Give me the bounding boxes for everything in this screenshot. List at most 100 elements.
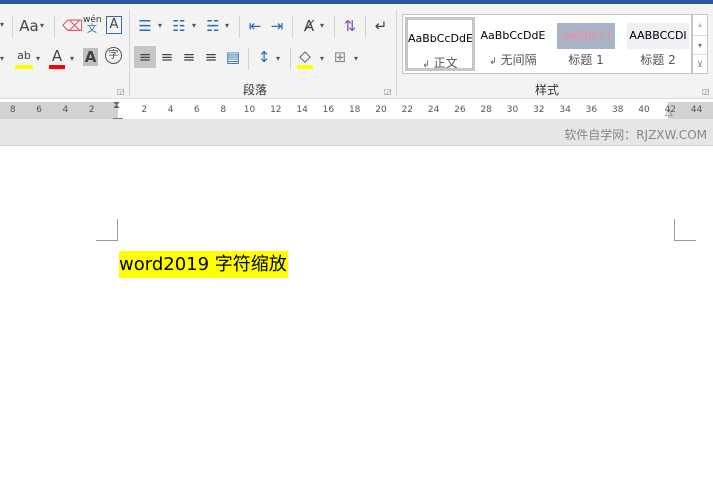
font-color-button[interactable]: A <box>49 47 65 69</box>
multilevel-list-icon[interactable]: ☵ <box>204 17 222 35</box>
show-marks-icon[interactable]: ↵ <box>373 17 389 35</box>
align-center-button[interactable]: ≡ <box>158 48 176 66</box>
document-top-band: 软件自学网：RJZXW.COM <box>0 119 713 146</box>
line-spacing-icon[interactable]: ↕ <box>255 48 273 66</box>
document-text[interactable]: word2019 字符缩放 <box>119 251 288 278</box>
style-name: 正文 <box>433 56 458 70</box>
style-preview: AaBbCcDdE <box>480 29 546 42</box>
numbering-icon[interactable]: ☷ <box>170 17 188 35</box>
phonetic-bottom: 文 <box>87 24 97 35</box>
ruler-number: 40 <box>638 105 650 115</box>
ruler-number: 14 <box>296 105 308 115</box>
horizontal-ruler[interactable]: ⧗ △ 8 6 4 2 2 4 6 8 10 12 14 16 18 20 22 24 26 28 30 32 34 36… <box>0 100 713 119</box>
styles-dialog-launcher-icon[interactable]: ◲ <box>702 87 710 96</box>
ruler-number: 2 <box>88 105 95 115</box>
dropdown-arrow[interactable]: ▾ <box>0 54 4 63</box>
shading-icon[interactable]: ◇ <box>297 47 313 69</box>
ruler-number: 30 <box>506 105 519 115</box>
ruler-number: 26 <box>454 105 466 115</box>
styles-scrollbar[interactable]: ▴ ▾ ⊻ <box>692 14 708 74</box>
style-preview: AABBCCDI <box>627 23 689 49</box>
watermark-text: 软件自学网：RJZXW.COM <box>564 128 707 142</box>
first-line-indent-marker[interactable]: ⧗ <box>113 100 120 111</box>
ruler-number: 6 <box>194 105 200 115</box>
style-preview: AaBbCcDdE <box>408 32 472 45</box>
margin-corner-left <box>96 219 118 241</box>
ruler-number: 28 <box>480 105 492 115</box>
character-shading-button[interactable]: A <box>83 48 98 66</box>
text-direction-icon[interactable]: Ⱥ <box>300 17 318 35</box>
divider <box>292 16 293 38</box>
shading-dropdown[interactable]: ▾ <box>320 54 324 63</box>
decrease-indent-icon[interactable]: ⇤ <box>246 17 264 35</box>
paragraph-group-label: 段落 <box>243 83 268 97</box>
ruler-number: 34 <box>559 105 571 115</box>
numbering-dropdown[interactable]: ▾ <box>192 21 196 30</box>
multilevel-dropdown[interactable]: ▾ <box>225 21 229 30</box>
ruler-number: 8 <box>9 105 16 115</box>
increase-indent-icon[interactable]: ⇥ <box>268 17 286 35</box>
ruler-number: 24 <box>427 105 440 115</box>
clear-formatting-icon[interactable]: ⌫ <box>62 17 83 35</box>
style-name: 标题 2 <box>640 53 676 67</box>
ruler-number: 18 <box>348 105 361 115</box>
divider <box>396 10 397 96</box>
ruler-number: 12 <box>270 105 282 115</box>
style-heading-1[interactable]: AABBCCI 标题 1 <box>551 17 621 71</box>
change-case-button[interactable]: Aa <box>19 17 39 35</box>
ruler-number: 4 <box>167 105 174 115</box>
divider <box>239 16 240 38</box>
style-name: 标题 1 <box>568 53 604 67</box>
scroll-down-icon[interactable]: ▾ <box>693 35 707 54</box>
style-normal[interactable]: AaBbCcDdE ↲ 正文 <box>405 17 475 71</box>
font-color-dropdown[interactable]: ▾ <box>70 54 74 63</box>
ruler-number: 2 <box>141 105 148 115</box>
paragraph-mark: ↲ <box>422 60 430 70</box>
bullets-dropdown[interactable]: ▾ <box>158 21 162 30</box>
margin-corner-right <box>674 219 696 241</box>
ruler-number: 4 <box>62 105 69 115</box>
style-heading-2[interactable]: AABBCCDI 标题 2 <box>623 17 693 71</box>
distributed-button[interactable]: ▤ <box>224 48 242 66</box>
highlight-dropdown[interactable]: ▾ <box>36 54 40 63</box>
phonetic-guide-button[interactable]: wén 文 <box>83 16 102 35</box>
ruler-number: 10 <box>243 105 256 115</box>
font-dialog-launcher-icon[interactable]: ◲ <box>117 87 125 96</box>
ruler-number: 20 <box>375 105 387 115</box>
divider <box>290 48 291 70</box>
highlight-button[interactable]: ab <box>15 47 33 69</box>
expand-gallery-icon[interactable]: ⊻ <box>693 54 707 73</box>
divider <box>12 16 13 38</box>
enclose-characters-button[interactable]: 字 <box>105 47 122 64</box>
ruler-number: 16 <box>322 105 335 115</box>
justify-button[interactable]: ≡ <box>202 48 220 66</box>
ruler-number: 38 <box>611 105 624 115</box>
text-direction-dropdown[interactable]: ▾ <box>320 21 324 30</box>
ruler-number: 42 <box>664 105 677 115</box>
divider <box>54 16 55 38</box>
borders-icon[interactable]: ⊞ <box>332 48 348 66</box>
divider <box>129 10 130 96</box>
styles-gallery: AaBbCcDdE ↲ 正文 AaBbCcDdE ↲ 无间隔 AABBCCI 标题 1… <box>402 14 692 74</box>
align-left-button[interactable]: ≡ <box>134 46 156 68</box>
dropdown-arrow[interactable]: ▾ <box>0 20 4 29</box>
paragraph-dialog-launcher-icon[interactable]: ◲ <box>384 87 392 96</box>
align-right-button[interactable]: ≡ <box>180 48 198 66</box>
line-spacing-dropdown[interactable]: ▾ <box>276 54 280 63</box>
ruler-number: 22 <box>401 105 414 115</box>
style-no-spacing[interactable]: AaBbCcDdE ↲ 无间隔 <box>478 17 548 71</box>
divider <box>365 16 366 38</box>
change-case-dropdown[interactable]: ▾ <box>40 21 44 30</box>
sort-icon[interactable]: ⇅ <box>342 17 358 35</box>
ribbon: ▾ Aa ▾ ⌫ wén 文 A ▾ ab ▾ A ▾ A 字 ◲ ☰ ▾ ☷ ▾ ☵… <box>0 4 713 99</box>
ruler-number: 32 <box>533 105 545 115</box>
ruler-left-margin <box>0 102 118 119</box>
ruler-number: 6 <box>36 105 42 115</box>
borders-dropdown[interactable]: ▾ <box>354 54 358 63</box>
divider <box>248 48 249 70</box>
style-name: 无间隔 <box>500 53 537 67</box>
styles-group-label: 样式 <box>535 83 560 97</box>
bullets-icon[interactable]: ☰ <box>136 17 154 35</box>
character-border-button[interactable]: A <box>106 16 122 34</box>
scroll-up-icon[interactable]: ▴ <box>693 15 707 35</box>
